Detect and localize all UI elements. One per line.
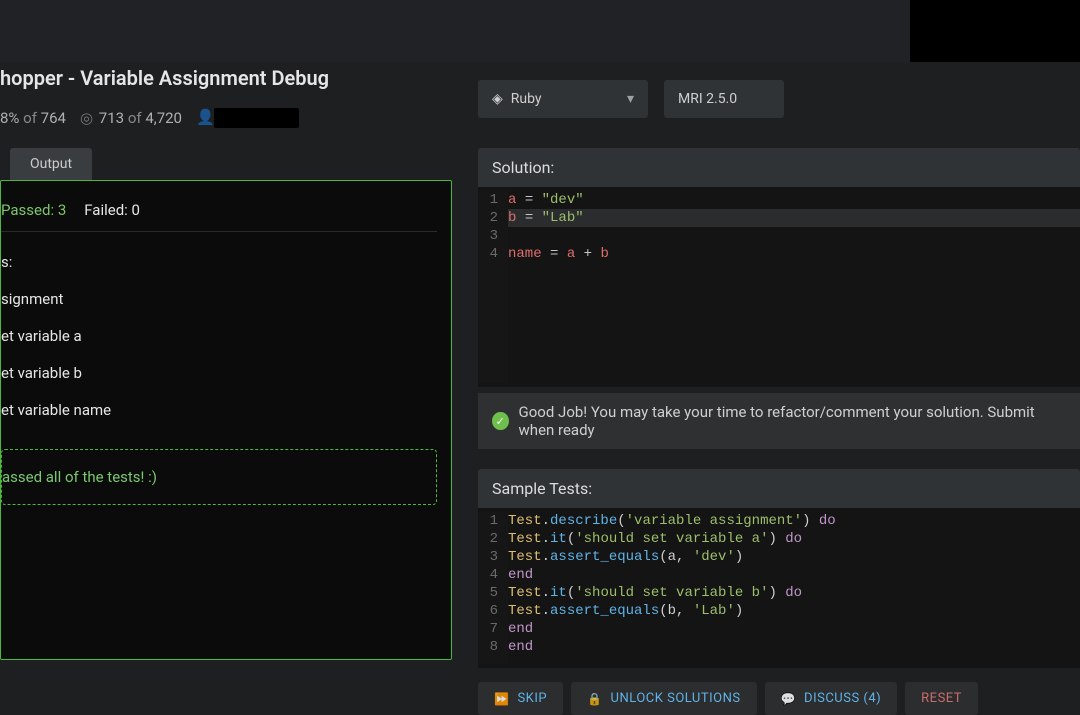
solution-header: Solution: xyxy=(478,148,1080,187)
tests-editor[interactable]: 12345678 Test.describe('variable assignm… xyxy=(478,508,1080,668)
right-column: Solution: 1234 a = "dev" b = "Lab" name … xyxy=(478,148,1080,715)
editor-code[interactable]: a = "dev" b = "Lab" name = a + b xyxy=(508,191,1080,383)
chevron-down-icon: ▾ xyxy=(627,91,634,107)
tests-block: Sample Tests: 12345678 Test.describe('va… xyxy=(478,469,1080,668)
editor-code[interactable]: Test.describe('variable assignment') do … xyxy=(508,512,1080,664)
list-item: et variable a xyxy=(1,320,437,353)
discuss-button[interactable]: 💬 DISCUSS (4) xyxy=(765,682,898,715)
editor-gutter: 1234 xyxy=(478,191,508,383)
ruby-icon: ◈ xyxy=(492,91,503,107)
list-item: et variable name xyxy=(1,394,437,427)
reset-button[interactable]: RESET xyxy=(905,682,978,715)
unlock-solutions-button[interactable]: 🔒 UNLOCK SOLUTIONS xyxy=(571,682,757,715)
target-icon: ◎ xyxy=(80,109,93,127)
skip-button[interactable]: ⏩ SKIP xyxy=(478,682,563,715)
top-bar-blackout xyxy=(910,0,1080,62)
author-name-redacted xyxy=(214,108,299,128)
language-row: ◈ Ruby ▾ MRI 2.5.0 xyxy=(478,80,784,118)
kata-title: hopper - Variable Assignment Debug xyxy=(0,66,329,90)
editor-gutter: 12345678 xyxy=(478,512,508,664)
output-panel: Passed: 3 Failed: 0 s: signment et varia… xyxy=(0,180,452,660)
skip-icon: ⏩ xyxy=(494,692,509,706)
good-job-banner: ✓ Good Job! You may take your time to re… xyxy=(478,393,1080,449)
success-banner: assed all of the tests! :) xyxy=(1,449,437,505)
kata-stats: 8% of 764 ◎ 713 of 4,720 👤 xyxy=(0,108,299,128)
test-summary: Passed: 3 Failed: 0 xyxy=(1,193,437,232)
passed-count: Passed: 3 xyxy=(1,201,66,219)
lock-icon: 🔒 xyxy=(587,692,602,706)
list-item: et variable b xyxy=(1,357,437,390)
completion-stat: 8% of 764 xyxy=(0,109,66,127)
user-icon: 👤 xyxy=(196,108,215,126)
language-select[interactable]: ◈ Ruby ▾ xyxy=(478,80,648,118)
failed-count: Failed: 0 xyxy=(84,201,140,219)
tab-output[interactable]: Output xyxy=(10,148,92,180)
check-icon: ✓ xyxy=(492,412,509,430)
chat-icon: 💬 xyxy=(781,692,796,706)
solutions-stat: ◎ 713 of 4,720 xyxy=(80,109,182,127)
runtime-select[interactable]: MRI 2.5.0 xyxy=(664,80,784,118)
solution-editor[interactable]: 1234 a = "dev" b = "Lab" name = a + b xyxy=(478,187,1080,387)
author[interactable]: 👤 xyxy=(196,108,299,128)
list-item: signment xyxy=(1,283,437,316)
top-bar xyxy=(0,0,1080,62)
test-details: s: signment et variable a et variable b … xyxy=(1,246,437,427)
action-buttons: ⏩ SKIP 🔒 UNLOCK SOLUTIONS 💬 DISCUSS (4) … xyxy=(478,682,1080,715)
tests-header: Sample Tests: xyxy=(478,469,1080,508)
